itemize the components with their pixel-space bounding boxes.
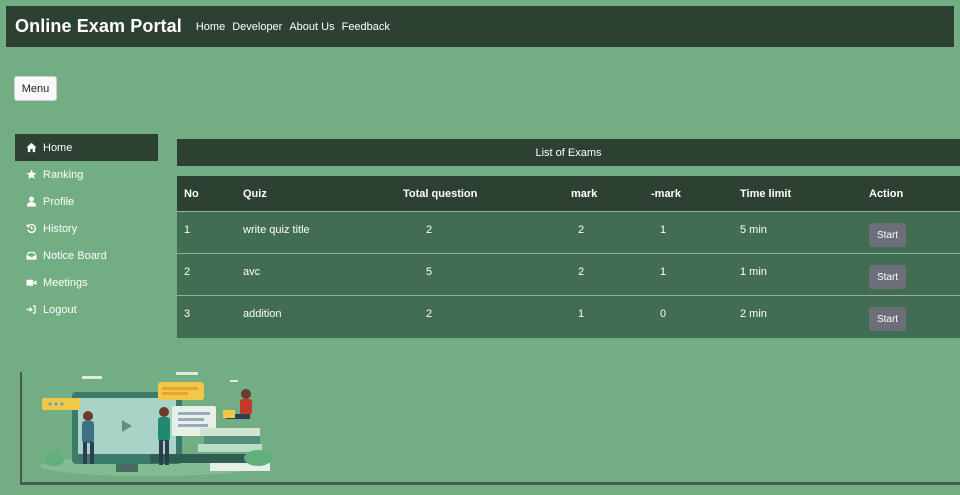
cell-total-question: 2 — [426, 224, 433, 236]
cell-negative-mark: 1 — [660, 224, 667, 236]
nav-link-about-us[interactable]: About Us — [289, 21, 334, 33]
nav-link-developer[interactable]: Developer — [232, 21, 282, 33]
sidebar-item-logout[interactable]: Logout — [15, 296, 158, 323]
table-row: 1 write quiz title 2 2 1 5 min Start — [177, 212, 960, 254]
exams-table-title: List of Exams — [177, 139, 960, 166]
cell-total-question: 5 — [426, 266, 433, 278]
start-button[interactable]: Start — [869, 223, 906, 247]
exams-table: No Quiz Total question mark -mark Time l… — [177, 176, 960, 338]
table-header-row: No Quiz Total question mark -mark Time l… — [177, 176, 960, 212]
column-header-total-question: Total question — [403, 187, 478, 200]
cell-mark: 2 — [578, 266, 585, 278]
sidebar-item-home[interactable]: Home — [15, 134, 158, 161]
cell-quiz: write quiz title — [243, 224, 310, 236]
user-icon — [25, 196, 38, 208]
sidebar-item-label: Profile — [43, 195, 75, 208]
table-row: 2 avc 5 2 1 1 min Start — [177, 254, 960, 296]
column-header-no: No — [184, 187, 199, 200]
online-learning-illustration — [40, 372, 272, 476]
sidebar-item-profile[interactable]: Profile — [15, 188, 158, 215]
star-icon — [25, 169, 38, 181]
cell-time-limit: 2 min — [740, 308, 767, 320]
brand-title[interactable]: Online Exam Portal — [15, 16, 182, 37]
cell-no: 2 — [184, 266, 191, 278]
sidebar-item-label: Home — [43, 141, 73, 154]
column-header-negative-mark: -mark — [651, 187, 681, 200]
sidebar-item-label: Notice Board — [43, 249, 107, 262]
cell-quiz: addition — [243, 308, 282, 320]
menu-button[interactable]: Menu — [14, 76, 57, 101]
start-button[interactable]: Start — [869, 307, 906, 331]
cell-time-limit: 1 min — [740, 266, 767, 278]
cell-quiz: avc — [243, 266, 261, 278]
cell-time-limit: 5 min — [740, 224, 767, 236]
start-button[interactable]: Start — [869, 265, 906, 289]
column-header-time-limit: Time limit — [740, 187, 792, 200]
cell-no: 3 — [184, 308, 191, 320]
cell-no: 1 — [184, 224, 191, 236]
sidebar-item-meetings[interactable]: Meetings — [15, 269, 158, 296]
sidebar-item-notice-board[interactable]: Notice Board — [15, 242, 158, 269]
history-icon — [25, 223, 38, 235]
logout-icon — [25, 304, 38, 316]
home-icon — [25, 142, 38, 154]
sidebar-item-history[interactable]: History — [15, 215, 158, 242]
cell-total-question: 2 — [426, 308, 433, 320]
cell-mark: 1 — [578, 308, 585, 320]
sidebar-item-ranking[interactable]: Ranking — [15, 161, 158, 188]
sidebar: Home Ranking Profile History Notice Boar… — [15, 134, 158, 323]
column-header-mark: mark — [571, 187, 598, 200]
nav-link-feedback[interactable]: Feedback — [342, 21, 390, 33]
sidebar-item-label: Logout — [43, 303, 77, 316]
cell-negative-mark: 1 — [660, 266, 667, 278]
cell-mark: 2 — [578, 224, 585, 236]
inbox-icon — [25, 250, 38, 262]
decorative-border — [20, 482, 960, 485]
video-icon — [25, 277, 38, 289]
column-header-action: Action — [869, 187, 904, 200]
sidebar-item-label: Ranking — [43, 168, 84, 181]
column-header-quiz: Quiz — [243, 187, 267, 200]
sidebar-item-label: Meetings — [43, 276, 88, 289]
nav-link-home[interactable]: Home — [196, 21, 225, 33]
table-row: 3 addition 2 1 0 2 min Start — [177, 296, 960, 338]
top-navbar: Online Exam Portal Home Developer About … — [6, 6, 954, 47]
cell-negative-mark: 0 — [660, 308, 667, 320]
sidebar-item-label: History — [43, 222, 78, 235]
